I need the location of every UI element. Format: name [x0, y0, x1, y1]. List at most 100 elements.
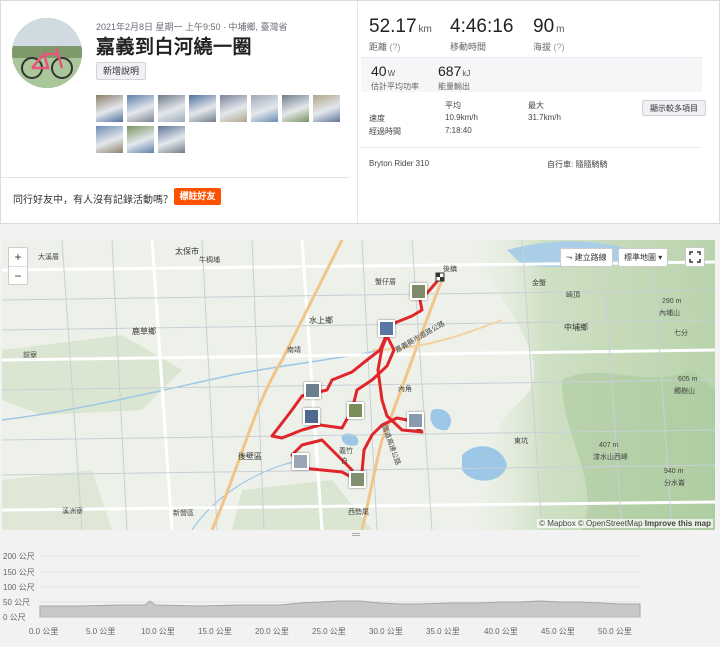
stat-power: 40W 估計平均功率	[371, 63, 419, 92]
place-label: 蟹仔厝	[375, 279, 396, 286]
place-label: 西勢尾	[348, 509, 369, 516]
secondary-stats: 40W 估計平均功率 687kJ 能量輸出	[361, 57, 702, 92]
x-tick: 35.0 公里	[426, 627, 460, 636]
athlete-avatar[interactable]	[12, 18, 82, 88]
place-label: 後鎮	[443, 266, 457, 273]
col-max-header: 最大	[528, 101, 544, 110]
photo-thumbnail[interactable]	[313, 95, 340, 122]
elevation-unit: m	[556, 24, 565, 35]
route-icon: ⤳	[566, 253, 575, 262]
col-avg-header: 平均	[445, 101, 461, 110]
zoom-out-button[interactable]: −	[9, 266, 27, 284]
map-type-dropdown[interactable]: 標準地圖 ▾	[618, 248, 669, 267]
tag-friends-button[interactable]: 標註好友	[174, 188, 221, 205]
route-map[interactable]: 太保市 水上鄉 鹿草鄉 中埔鄉 後壁區 大溪厝 牛稠埔 蟹仔厝 南靖 前寮 後鎮…	[2, 240, 715, 530]
map-photo-marker[interactable]	[407, 412, 424, 429]
elapsed-value: 7:18:40	[445, 126, 472, 135]
zoom-in-button[interactable]: +	[9, 248, 27, 266]
photo-thumbnail[interactable]	[96, 95, 123, 122]
map-photo-marker[interactable]	[349, 471, 366, 488]
divider	[361, 147, 702, 148]
x-tick: 15.0 公里	[198, 627, 232, 636]
peak-elevation: 940 m	[664, 468, 684, 475]
map-resize-handle[interactable]	[352, 533, 360, 536]
peak-name: 觸樹山	[674, 388, 695, 395]
photo-thumbnail[interactable]	[127, 95, 154, 122]
moving-time-label: 移動時間	[450, 42, 487, 52]
place-label: 白	[341, 458, 348, 465]
speed-avg: 10.9km/h	[445, 113, 478, 122]
energy-unit: kJ	[462, 69, 471, 78]
place-label: 新營區	[173, 510, 194, 517]
peak-elevation: 407 m	[599, 442, 619, 449]
divider	[1, 177, 349, 178]
place-label: 水上鄉	[309, 316, 333, 325]
place-label: 義竹	[339, 448, 353, 455]
bicycle-photo	[12, 18, 82, 88]
place-label: 南靖	[287, 347, 301, 354]
place-label: 七分	[674, 330, 688, 337]
add-description-button[interactable]: 新增說明	[96, 62, 147, 80]
device-name: Bryton Rider 310	[369, 159, 430, 168]
stat-moving-time: 4:46:16 移動時間	[450, 16, 513, 53]
place-label: 鹿草鄉	[132, 327, 156, 336]
activity-header: 2021年2月8日 星期一 上午9:50 · 中埔鄉, 臺灣省 嘉義到白河繞一圈…	[1, 1, 358, 225]
elevation-label: 海拔	[533, 42, 552, 52]
map-photo-marker[interactable]	[410, 283, 427, 300]
peak-elevation: 605 m	[678, 376, 698, 383]
map-photo-marker[interactable]	[304, 382, 321, 399]
x-tick: 5.0 公里	[86, 627, 116, 636]
show-more-button[interactable]: 顯示較多項目	[642, 100, 706, 116]
y-tick: 100 公尺	[3, 583, 35, 592]
distance-help-icon[interactable]: (?)	[390, 42, 401, 52]
photo-thumbnail[interactable]	[96, 126, 123, 153]
photo-thumbnail[interactable]	[220, 95, 247, 122]
peak-elevation: 290 m	[662, 298, 682, 305]
place-label: 崎頂	[566, 292, 580, 299]
power-value: 40	[371, 63, 387, 79]
place-label: 前寮	[23, 352, 37, 359]
place-label: 後壁區	[238, 452, 262, 461]
photo-thumbnail[interactable]	[251, 95, 278, 122]
stat-elevation: 90 m 海拔 (?)	[533, 16, 565, 53]
fullscreen-button[interactable]	[685, 247, 705, 267]
activity-summary-card: 2021年2月8日 星期一 上午9:50 · 中埔鄉, 臺灣省 嘉義到白河繞一圈…	[0, 0, 720, 225]
elevation-help-icon[interactable]: (?)	[554, 42, 565, 52]
improve-map-link[interactable]: Improve this map	[645, 519, 711, 528]
map-type-label: 標準地圖	[624, 253, 656, 262]
map-photo-marker[interactable]	[347, 402, 364, 419]
osm-attribution[interactable]: © OpenStreetMap	[578, 519, 643, 528]
activity-title[interactable]: 嘉義到白河繞一圈	[96, 32, 252, 59]
photo-thumbnail[interactable]	[158, 126, 185, 153]
elevation-profile[interactable]: 200 公尺 150 公尺 100 公尺 50 公尺 0 公尺 0.0 公里 5…	[0, 542, 720, 642]
map-attribution: © Mapbox © OpenStreetMap Improve this ma…	[537, 519, 713, 528]
map-photo-marker[interactable]	[378, 320, 395, 337]
x-tick: 0.0 公里	[29, 627, 59, 636]
zoom-controls: + −	[8, 247, 28, 285]
y-tick: 200 公尺	[3, 552, 35, 561]
map-photo-marker[interactable]	[292, 453, 309, 470]
place-label: 東坑	[514, 438, 528, 445]
map-photo-marker[interactable]	[303, 408, 320, 425]
stat-distance: 52.17 km 距離 (?)	[369, 16, 432, 53]
x-tick: 30.0 公里	[369, 627, 403, 636]
distance-value: 52.17	[369, 16, 417, 37]
place-label: 牛稠埔	[199, 257, 220, 264]
mapbox-attribution[interactable]: © Mapbox	[539, 519, 576, 528]
place-label: 大溪厝	[38, 254, 59, 261]
photo-thumbnail[interactable]	[282, 95, 309, 122]
place-label: 太保市	[175, 247, 199, 256]
peak-name: 漆水山西峰	[593, 454, 628, 461]
y-tick: 0 公尺	[3, 613, 26, 622]
activity-stats: 52.17 km 距離 (?) 4:46:16 移動時間 90 m 海拔 (?) 4…	[359, 1, 720, 225]
power-unit: W	[387, 69, 396, 78]
create-route-button[interactable]: ⤳ 建立路線	[560, 248, 613, 267]
photo-thumbnail[interactable]	[127, 126, 154, 153]
bike-name[interactable]: 自行車: 隨隨騎騎	[547, 159, 607, 170]
chevron-down-icon: ▾	[656, 253, 663, 262]
y-tick: 150 公尺	[3, 568, 35, 577]
distance-label: 距離	[369, 42, 388, 52]
photo-thumbnail[interactable]	[189, 95, 216, 122]
y-tick: 50 公尺	[3, 598, 31, 607]
photo-thumbnail[interactable]	[158, 95, 185, 122]
